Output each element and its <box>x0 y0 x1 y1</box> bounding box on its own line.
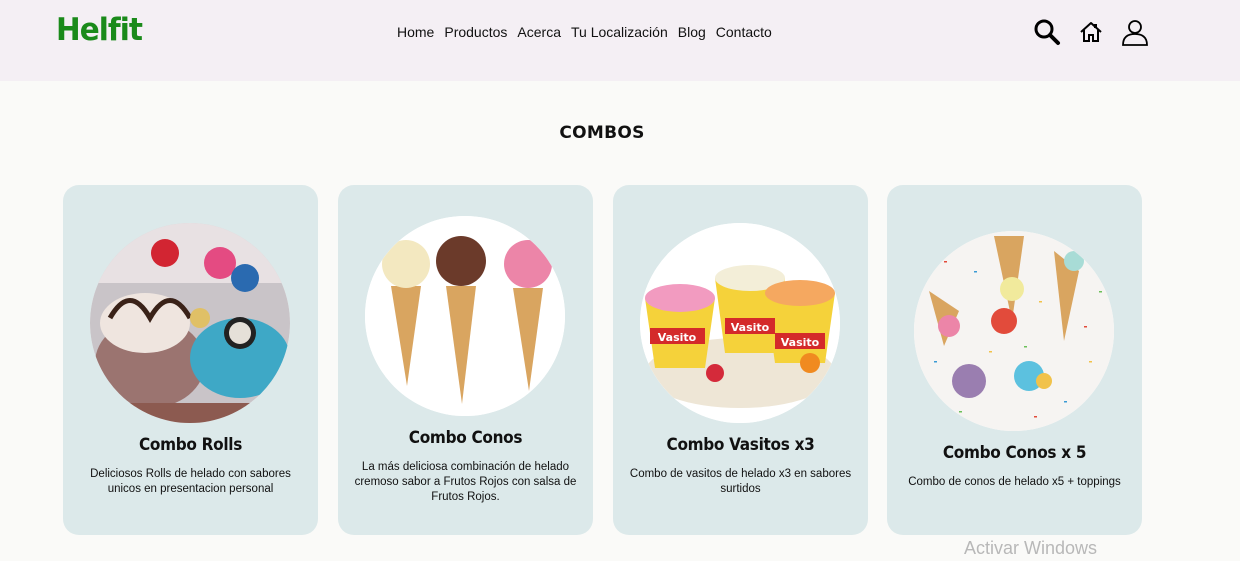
site-header: Helfit Home Productos Acerca Tu Localiza… <box>0 0 1240 81</box>
section-title: COMBOS <box>559 123 645 143</box>
product-name: Combo Vasitos x3 <box>666 435 815 455</box>
home-icon[interactable] <box>1076 17 1106 47</box>
product-desc: Combo de conos de helado x5 + toppings <box>908 476 1121 488</box>
user-icon[interactable] <box>1120 17 1150 47</box>
product-name: Combo Conos x 5 <box>942 443 1087 463</box>
nav-acerca[interactable]: Acerca <box>517 24 561 40</box>
product-image-conos-x5 <box>914 231 1114 431</box>
product-image-rolls <box>90 223 290 423</box>
search-icon[interactable] <box>1032 17 1062 47</box>
nav-blog[interactable]: Blog <box>678 24 706 40</box>
product-desc: Deliciosos Rolls de helado con sabores u… <box>90 468 291 495</box>
nav-localizacion[interactable]: Tu Localización <box>571 24 668 40</box>
product-name: Combo Conos <box>408 428 523 448</box>
vasito-label: Vasito <box>658 331 697 344</box>
nav-productos[interactable]: Productos <box>444 24 507 40</box>
product-image-vasitos: Vasito Vasito Vasito <box>640 223 840 423</box>
vasito-label: Vasito <box>731 321 770 334</box>
product-image-conos <box>365 216 565 416</box>
header-icons <box>1032 17 1150 47</box>
product-card-conos[interactable]: Combo Conos La más deliciosa combinación… <box>338 185 593 535</box>
nav-contacto[interactable]: Contacto <box>716 24 772 40</box>
product-name: Combo Rolls <box>138 435 243 455</box>
product-card-rolls[interactable]: Combo Rolls Deliciosos Rolls de helado c… <box>63 185 318 535</box>
vasito-label: Vasito <box>781 336 820 349</box>
product-card-vasitos[interactable]: Vasito Vasito Vasito Combo Vasitos x3 Co… <box>613 185 868 535</box>
logo[interactable]: Helfit <box>56 12 143 48</box>
main-nav: Home Productos Acerca Tu Localización Bl… <box>397 24 772 40</box>
windows-activation-watermark: Activar Windows <box>964 538 1098 558</box>
product-card-conos-x5[interactable]: Combo Conos x 5 Combo de conos de helado… <box>887 185 1142 535</box>
nav-home[interactable]: Home <box>397 24 434 40</box>
product-desc: Combo de vasitos de helado x3 en sabores… <box>629 468 852 495</box>
product-desc: La más deliciosa combinación de helado c… <box>354 461 577 503</box>
